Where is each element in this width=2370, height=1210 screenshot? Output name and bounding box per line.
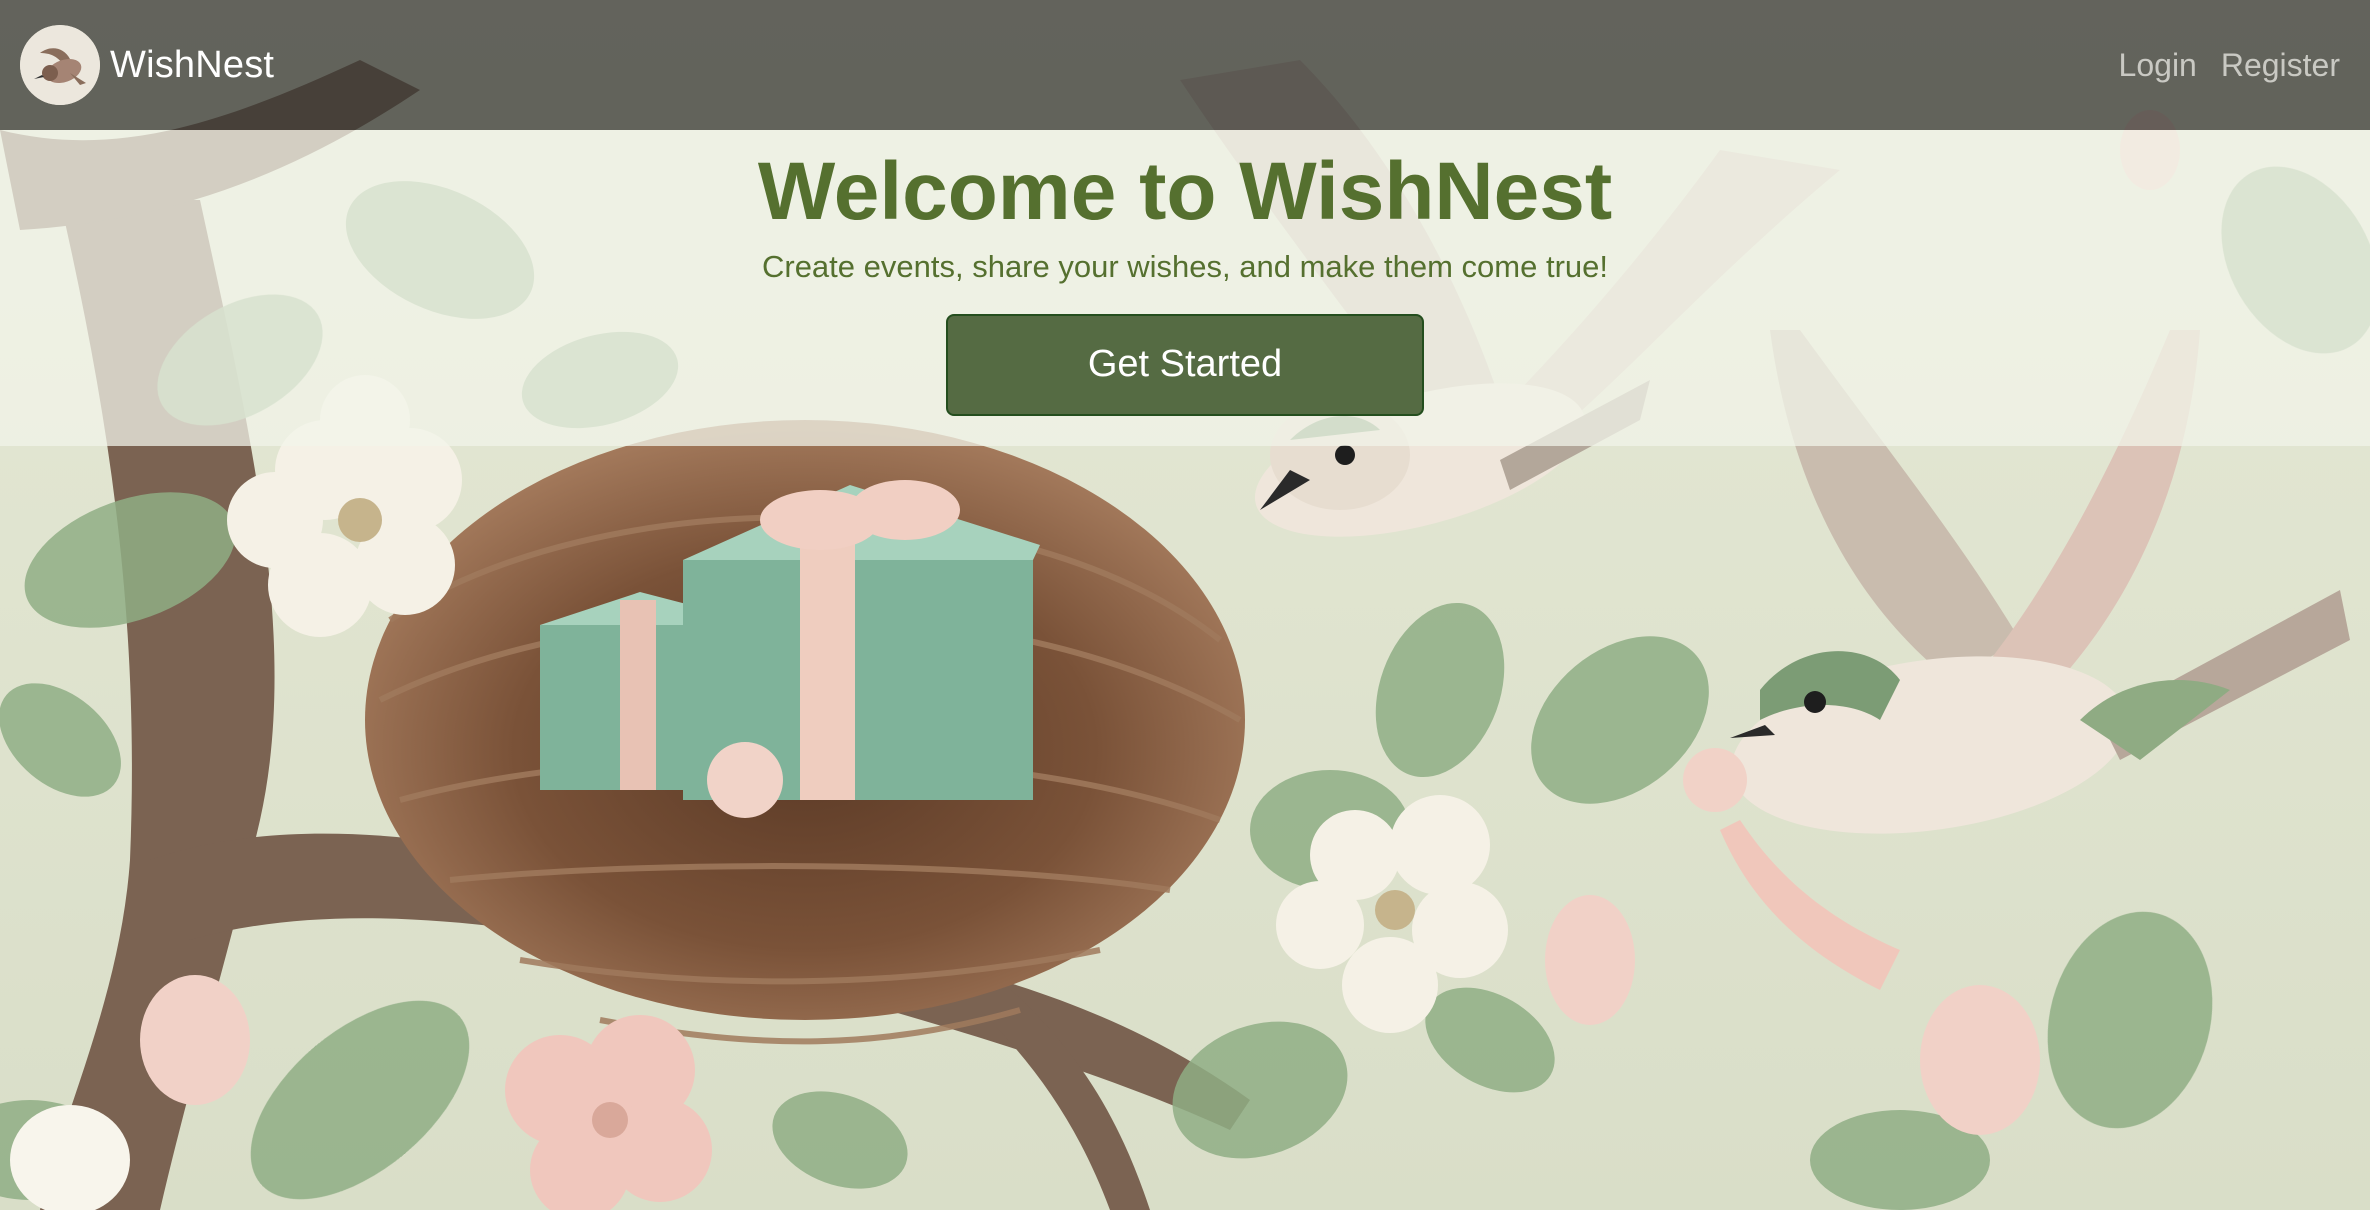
hero-banner: Welcome to WishNest Create events, share… <box>0 130 2370 446</box>
login-link[interactable]: Login <box>2119 47 2197 84</box>
hero-title: Welcome to WishNest <box>757 146 1613 237</box>
brand-link[interactable]: WishNest <box>20 25 274 105</box>
nav-links: Login Register <box>2095 47 2340 84</box>
top-navbar: WishNest Login Register <box>0 0 2370 130</box>
register-link[interactable]: Register <box>2221 47 2340 84</box>
landing-page: WishNest Login Register Welcome to WishN… <box>0 0 2370 1210</box>
bird-logo-icon <box>20 25 100 105</box>
hero-subtitle: Create events, share your wishes, and ma… <box>761 249 1608 285</box>
get-started-button[interactable]: Get Started <box>946 313 1424 416</box>
brand-name: WishNest <box>110 43 275 86</box>
